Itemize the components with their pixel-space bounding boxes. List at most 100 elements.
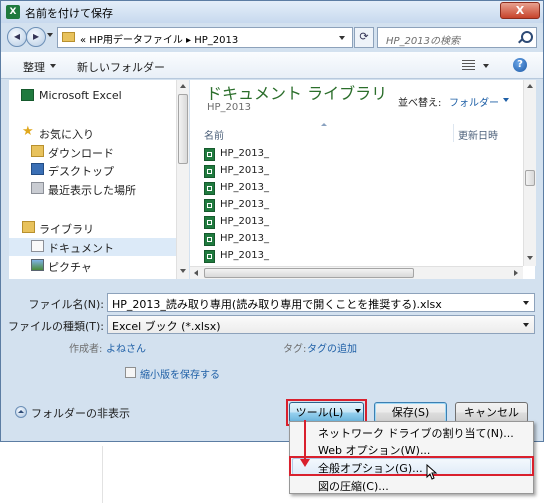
help-icon[interactable]: ? [513,58,527,72]
nav-item-libraries[interactable]: ライブラリ [9,219,176,237]
scrollbar-thumb[interactable] [525,170,535,186]
views-dropdown-icon[interactable] [483,64,489,68]
search-placeholder: HP_2013の検索 [386,36,460,47]
breadcrumb[interactable]: « HP用データファイル ▸ HP_2013 [80,31,238,46]
file-name: HP_2013_ [220,250,269,261]
scroll-down-icon[interactable] [527,256,533,260]
tags-label: タグ: [283,344,307,355]
nav-item-label: ライブラリ [39,223,94,236]
file-name: HP_2013_ [220,199,269,210]
nav-item-recent-places[interactable]: 最近表示した場所 [9,180,176,198]
nav-item-documents[interactable]: ドキュメント [9,238,176,256]
nav-item-microsoft-excel[interactable]: Microsoft Excel [9,87,176,105]
organize-button[interactable]: 整理 [23,59,45,75]
documents-icon [31,240,44,252]
file-name: HP_2013_ [220,233,269,244]
recent-pages-dropdown-icon[interactable] [47,33,53,37]
nav-item-label: ドキュメント [48,242,114,255]
nav-item-label: Microsoft Excel [39,89,122,102]
refresh-button[interactable]: ⟳ [354,27,374,48]
search-icon[interactable] [521,31,533,43]
nav-item-downloads[interactable]: ダウンロード [9,143,176,161]
column-header-modified[interactable]: 更新日時 [458,127,498,142]
filetype-label: ファイルの種類(T): [7,320,104,333]
save-button[interactable]: 保存(S) [374,402,447,423]
column-divider[interactable] [453,124,454,142]
back-button[interactable]: ◂ [7,27,27,47]
file-list-horizontal-scrollbar[interactable] [190,266,523,279]
filename-field[interactable]: HP_2013_読み取り専用(読み取り専用で開くことを推奨する).xlsx [107,293,535,312]
file-row[interactable]: HP_2013_ [204,181,444,197]
nav-item-pictures[interactable]: ピクチャ [9,257,176,275]
mouse-pointer-icon [426,464,438,480]
menu-item-compress-pictures[interactable]: 図の圧縮(C)... [318,478,389,494]
folder-icon [62,32,75,42]
file-row[interactable]: HP_2013_ [204,164,444,180]
file-row[interactable]: HP_2013_ [204,215,444,231]
file-name: HP_2013_ [220,148,269,159]
star-icon: ★ [22,124,34,139]
address-bar[interactable]: « HP用データファイル ▸ HP_2013 [57,27,353,48]
author-value[interactable]: よねさん [106,340,146,355]
scroll-up-icon[interactable] [180,84,186,88]
annotation-arrow-head-icon [300,459,310,467]
nav-item-label: ピクチャ [48,261,92,274]
organize-dropdown-icon[interactable] [50,64,56,68]
filename-label: ファイル名(N): [28,298,104,311]
recent-places-icon [31,182,44,194]
scroll-right-icon[interactable] [514,270,518,276]
file-row[interactable]: HP_2013_ [204,232,444,248]
views-icon[interactable] [462,60,475,70]
address-dropdown-icon[interactable] [339,36,345,40]
file-name: HP_2013_ [220,182,269,193]
column-header-name[interactable]: 名前 [204,127,224,142]
filename-value: HP_2013_読み取り専用(読み取り専用で開くことを推奨する).xlsx [112,298,442,311]
desktop-icon [31,163,44,175]
tags-value[interactable]: タグの追加 [307,340,357,355]
downloads-folder-icon [31,145,44,157]
background-divider [102,446,103,503]
close-button[interactable]: X [500,2,540,19]
new-folder-button[interactable]: 新しいフォルダー [77,59,165,75]
arrange-by-dropdown[interactable]: フォルダー [449,94,499,109]
excel-app-icon: X [6,5,20,19]
navigation-bar: ◂ ▸ « HP用データファイル ▸ HP_2013 ⟳ HP_2013の検索 [1,23,543,51]
cancel-button[interactable]: キャンセル [455,402,528,423]
collapse-up-icon[interactable] [15,406,27,418]
file-row[interactable]: HP_2013_ [204,249,444,265]
annotation-arrow-line [304,420,306,460]
chevron-down-icon[interactable] [523,323,529,327]
scroll-up-icon[interactable] [527,84,533,88]
nav-item-favorites[interactable]: ★ お気に入り [9,124,176,142]
save-button-label: 保存(S) [391,406,430,419]
file-list-pane: ドキュメント ライブラリ HP_2013 並べ替え: フォルダー 名前 更新日時… [190,80,535,279]
file-row[interactable]: HP_2013_ [204,198,444,214]
library-title: ドキュメント ライブラリ [206,84,388,103]
file-list-scrollbar[interactable] [523,80,536,266]
chevron-down-icon[interactable] [503,98,509,102]
search-input[interactable]: HP_2013の検索 [377,27,537,48]
hide-folders-button[interactable]: フォルダーの非表示 [31,405,130,421]
filetype-select[interactable]: Excel ブック (*.xlsx) [107,315,535,334]
command-toolbar: 整理 新しいフォルダー ? [1,52,543,79]
scroll-left-icon[interactable] [194,270,198,276]
nav-item-label: 最近表示した場所 [48,184,136,197]
nav-item-desktop[interactable]: デスクトップ [9,161,176,179]
scrollbar-thumb[interactable] [204,268,414,278]
save-thumbnail-label[interactable]: 縮小版を保存する [140,366,220,381]
chevron-down-icon[interactable] [523,301,529,305]
scroll-down-icon[interactable] [180,269,186,273]
file-name: HP_2013_ [220,216,269,227]
menu-item-map-network-drive[interactable]: ネットワーク ドライブの割り当て(N)... [318,425,514,441]
forward-button[interactable]: ▸ [26,27,46,47]
excel-file-icon [204,182,215,195]
save-thumbnail-checkbox[interactable] [125,367,136,378]
navigation-pane-scrollbar[interactable] [176,80,189,279]
excel-file-icon [204,165,215,178]
annotation-highlight-general-options [289,456,534,476]
author-label: 作成者: [69,344,103,355]
scrollbar-thumb[interactable] [178,94,188,164]
file-row[interactable]: HP_2013_ [204,147,444,163]
nav-item-label: ダウンロード [48,147,114,160]
excel-file-icon [204,233,215,246]
